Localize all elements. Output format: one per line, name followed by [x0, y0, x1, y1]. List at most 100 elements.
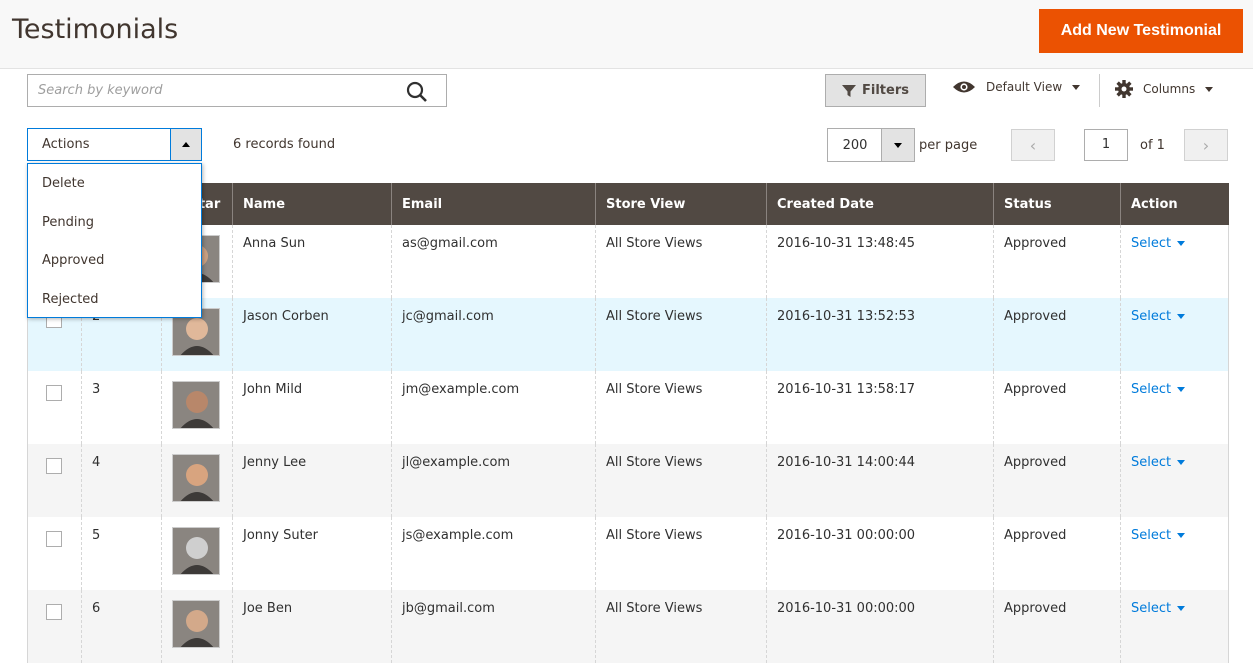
action-cell: Select	[1120, 298, 1229, 371]
select-action-link[interactable]: Select	[1131, 601, 1218, 616]
status-cell: Approved	[993, 517, 1121, 590]
table-row: 4 Jenny Lee jl@example.com All Store Vie…	[27, 444, 1229, 517]
select-action-link[interactable]: Select	[1131, 309, 1218, 324]
table-row: 3 John Mild jm@example.com All Store Vie…	[27, 371, 1229, 444]
records-count: 6 records found	[233, 137, 336, 152]
page-input[interactable]: 1	[1084, 129, 1128, 161]
search-box	[27, 74, 447, 107]
avatar-cell	[161, 517, 233, 590]
row-checkbox[interactable]	[46, 385, 62, 401]
name-cell: Jenny Lee	[232, 444, 392, 517]
email-cell: js@example.com	[391, 517, 596, 590]
page-header: Testimonials Add New Testimonial	[0, 0, 1253, 69]
name-cell: Anna Sun	[232, 225, 392, 298]
default-view-dropdown[interactable]: Default View	[952, 80, 1081, 94]
chevron-down-icon	[1177, 241, 1186, 246]
chevron-down-icon	[1177, 460, 1186, 465]
select-action-link[interactable]: Select	[1131, 382, 1218, 397]
column-header-email[interactable]: Email	[391, 183, 596, 225]
status-cell: Approved	[993, 225, 1121, 298]
store-view-cell: All Store Views	[595, 590, 767, 663]
name-cell: Joe Ben	[232, 590, 392, 663]
search-icon[interactable]	[406, 81, 428, 107]
chevron-left-icon: ‹	[1029, 135, 1037, 155]
menu-item-pending[interactable]: Pending	[28, 203, 201, 242]
created-date-cell: 2016-10-31 14:00:44	[766, 444, 994, 517]
eye-icon	[953, 81, 975, 93]
select-action-link[interactable]: Select	[1131, 455, 1218, 470]
row-checkbox[interactable]	[46, 604, 62, 620]
filters-button[interactable]: Filters	[825, 74, 926, 107]
column-header-status[interactable]: Status	[993, 183, 1121, 225]
avatar	[172, 527, 220, 575]
column-header-name[interactable]: Name	[232, 183, 392, 225]
chevron-down-icon	[1177, 606, 1186, 611]
actions-dropdown[interactable]: Actions	[27, 128, 202, 161]
column-header-created-date[interactable]: Created Date	[766, 183, 994, 225]
created-date-cell: 2016-10-31 13:52:53	[766, 298, 994, 371]
name-cell: John Mild	[232, 371, 392, 444]
status-cell: Approved	[993, 371, 1121, 444]
table-row: 5 Jonny Suter js@example.com All Store V…	[27, 517, 1229, 590]
search-input[interactable]	[28, 75, 388, 106]
store-view-cell: All Store Views	[595, 225, 767, 298]
chevron-down-icon	[894, 142, 902, 148]
chevron-down-icon	[1072, 84, 1081, 90]
chevron-right-icon: ›	[1202, 135, 1210, 155]
per-page-select[interactable]: 200	[827, 128, 915, 162]
select-label: Select	[1131, 236, 1172, 251]
created-date-cell: 2016-10-31 13:48:45	[766, 225, 994, 298]
page-title: Testimonials	[12, 14, 179, 45]
email-cell: as@gmail.com	[391, 225, 596, 298]
next-page-button[interactable]: ›	[1184, 129, 1228, 161]
menu-item-rejected[interactable]: Rejected	[28, 280, 201, 319]
avatar	[172, 600, 220, 648]
default-view-label: Default View	[986, 80, 1063, 94]
chevron-up-icon	[182, 142, 190, 147]
table-row: 1 Anna Sun as@gmail.com All Store Views …	[27, 225, 1229, 298]
id-cell: 6	[81, 590, 162, 663]
store-view-cell: All Store Views	[595, 298, 767, 371]
chevron-down-icon	[1177, 387, 1186, 392]
add-new-testimonial-button[interactable]: Add New Testimonial	[1039, 9, 1243, 53]
row-checkbox[interactable]	[46, 531, 62, 547]
columns-dropdown[interactable]: Columns	[1115, 80, 1214, 98]
row-select-cell	[27, 371, 82, 444]
email-cell: jm@example.com	[391, 371, 596, 444]
testimonials-grid: Avatar Name Email Store View Created Dat…	[27, 183, 1229, 663]
select-label: Select	[1131, 455, 1172, 470]
action-cell: Select	[1120, 590, 1229, 663]
per-page-toggle[interactable]	[881, 129, 914, 161]
created-date-cell: 2016-10-31 00:00:00	[766, 590, 994, 663]
id-cell: 5	[81, 517, 162, 590]
select-action-link[interactable]: Select	[1131, 528, 1218, 543]
email-cell: jl@example.com	[391, 444, 596, 517]
table-row: 6 Joe Ben jb@gmail.com All Store Views 2…	[27, 590, 1229, 663]
actions-toggle[interactable]	[170, 129, 201, 160]
per-page-label: per page	[919, 138, 978, 153]
menu-item-approved[interactable]: Approved	[28, 241, 201, 280]
select-label: Select	[1131, 528, 1172, 543]
created-date-cell: 2016-10-31 13:58:17	[766, 371, 994, 444]
chevron-down-icon	[1205, 86, 1214, 92]
filters-label: Filters	[862, 83, 909, 98]
select-label: Select	[1131, 601, 1172, 616]
select-action-link[interactable]: Select	[1131, 236, 1218, 251]
actions-menu: Delete Pending Approved Rejected	[27, 163, 202, 318]
action-cell: Select	[1120, 371, 1229, 444]
previous-page-button[interactable]: ‹	[1011, 129, 1055, 161]
email-cell: jc@gmail.com	[391, 298, 596, 371]
row-select-cell	[27, 517, 82, 590]
row-select-cell	[27, 444, 82, 517]
name-cell: Jason Corben	[232, 298, 392, 371]
status-cell: Approved	[993, 444, 1121, 517]
chevron-down-icon	[1177, 314, 1186, 319]
column-header-action: Action	[1120, 183, 1229, 225]
column-header-store-view[interactable]: Store View	[595, 183, 767, 225]
avatar-cell	[161, 444, 233, 517]
row-checkbox[interactable]	[46, 458, 62, 474]
avatar	[172, 381, 220, 429]
avatar	[172, 454, 220, 502]
menu-item-delete[interactable]: Delete	[28, 164, 201, 203]
store-view-cell: All Store Views	[595, 371, 767, 444]
